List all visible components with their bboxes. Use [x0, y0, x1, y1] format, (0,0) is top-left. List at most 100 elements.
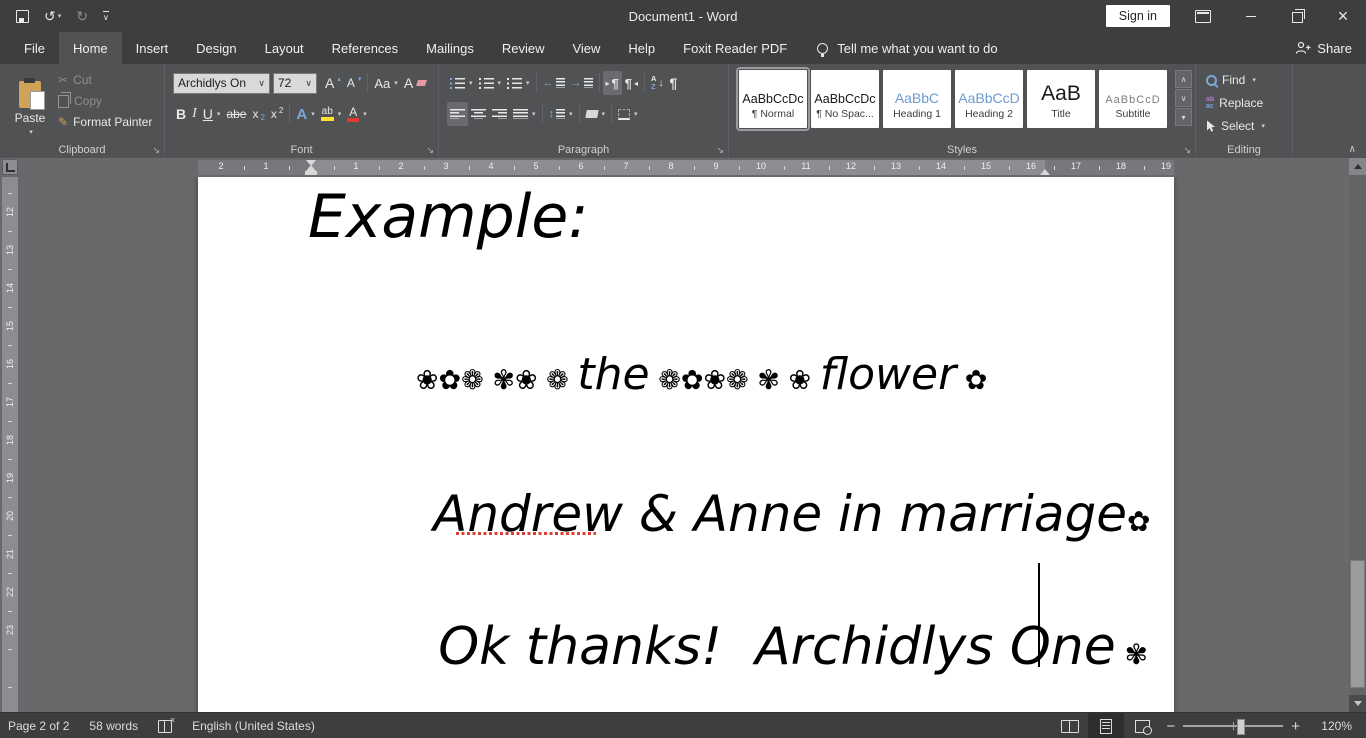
- find-button[interactable]: Find: [1206, 73, 1256, 87]
- minimize-button[interactable]: [1228, 0, 1274, 32]
- text-effects-button[interactable]: A: [293, 102, 317, 126]
- font-color-button[interactable]: A: [344, 102, 370, 126]
- replace-button[interactable]: abac Replace: [1206, 96, 1263, 110]
- page-indicator[interactable]: Page 2 of 2: [8, 719, 69, 733]
- strikethrough-button[interactable]: abe: [223, 102, 249, 126]
- zoom-out-button[interactable]: −: [1166, 718, 1175, 735]
- ribbon-display-options-button[interactable]: [1186, 0, 1220, 32]
- scrollbar-thumb[interactable]: [1350, 560, 1365, 688]
- multilevel-list-button[interactable]: [504, 71, 533, 95]
- tab-review[interactable]: Review: [488, 32, 559, 64]
- clipboard-dialog-launcher[interactable]: ↘: [152, 146, 160, 155]
- h-ruler-active-area: [311, 160, 1045, 175]
- italic-button[interactable]: I: [189, 102, 200, 126]
- web-layout-button[interactable]: [1124, 713, 1160, 738]
- text-highlight-button[interactable]: ab: [318, 102, 345, 126]
- zoom-in-button[interactable]: +: [1291, 718, 1300, 735]
- justify-button[interactable]: [510, 102, 539, 126]
- decrease-indent-button[interactable]: ←: [540, 71, 568, 95]
- zoom-slider[interactable]: [1183, 725, 1283, 727]
- vertical-scrollbar[interactable]: [1349, 158, 1366, 712]
- h-ruler[interactable]: 2112345678910111213141516171819: [198, 160, 1174, 175]
- left-indent-marker[interactable]: [305, 171, 317, 175]
- underline-button[interactable]: U: [200, 102, 224, 126]
- bullets-button[interactable]: [447, 71, 476, 95]
- borders-button[interactable]: [615, 102, 641, 126]
- numbering-button[interactable]: [476, 71, 505, 95]
- font-name-dropdown-icon[interactable]: ∨: [258, 78, 265, 89]
- increase-indent-button[interactable]: →: [568, 71, 596, 95]
- language-indicator[interactable]: English (United States): [192, 719, 315, 733]
- tab-foxit-reader-pdf[interactable]: Foxit Reader PDF: [669, 32, 801, 64]
- styles-scroll-down-button[interactable]: ∨: [1175, 89, 1192, 107]
- collapse-ribbon-button[interactable]: ∧: [1349, 144, 1356, 155]
- zoom-slider-handle[interactable]: [1237, 719, 1245, 735]
- left-to-right-text-button[interactable]: ▸¶: [603, 71, 622, 95]
- restore-button[interactable]: [1274, 0, 1320, 32]
- font-dialog-launcher[interactable]: ↘: [426, 146, 434, 155]
- font-size-dropdown-icon[interactable]: ∨: [305, 78, 312, 89]
- align-left-icon: [450, 109, 465, 119]
- style-heading-2[interactable]: AaBbCcDHeading 2: [955, 70, 1023, 128]
- styles-gallery-more-button[interactable]: ▾: [1175, 108, 1192, 126]
- paragraph-dialog-launcher[interactable]: ↘: [716, 146, 724, 155]
- sort-button[interactable]: AZ ↓: [648, 71, 666, 95]
- sign-in-button[interactable]: Sign in: [1106, 5, 1170, 27]
- styles-dialog-launcher[interactable]: ↘: [1183, 146, 1191, 155]
- subscript-button[interactable]: x2: [249, 102, 267, 126]
- tab-references[interactable]: References: [318, 32, 412, 64]
- font-size-combobox[interactable]: 72∨: [273, 73, 317, 94]
- ruler-number: 1: [263, 161, 268, 171]
- superscript-button[interactable]: x2: [268, 102, 286, 126]
- tab-view[interactable]: View: [558, 32, 614, 64]
- customize-quick-access-button[interactable]: ∨: [103, 11, 109, 22]
- style-no-spacing[interactable]: AaBbCcDc¶ No Spac...: [811, 70, 879, 128]
- styles-scroll-up-button[interactable]: ∧: [1175, 70, 1192, 88]
- change-case-button[interactable]: Aa: [371, 71, 400, 95]
- tab-file[interactable]: File: [10, 32, 59, 64]
- save-button[interactable]: [16, 10, 29, 23]
- align-right-button[interactable]: [489, 102, 510, 126]
- flower-glyph: ✿: [1127, 505, 1150, 538]
- tell-me-box[interactable]: Tell me what you want to do: [817, 32, 997, 64]
- format-painter-button[interactable]: ✎Format Painter: [58, 115, 152, 129]
- select-button[interactable]: Select: [1206, 119, 1265, 133]
- share-button[interactable]: Share: [1295, 32, 1352, 64]
- tab-mailings[interactable]: Mailings: [412, 32, 488, 64]
- document-page[interactable]: Example: ❀✿❁ ✾❀ ❁ the ❁✿❀❁ ✾ ❀ flower ✿ …: [198, 177, 1174, 712]
- tab-design[interactable]: Design: [182, 32, 250, 64]
- show-hide-formatting-button[interactable]: ¶: [666, 71, 680, 95]
- tab-home[interactable]: Home: [59, 32, 122, 64]
- paste-button[interactable]: Paste: [7, 69, 53, 147]
- style-normal[interactable]: AaBbCcDc¶ Normal: [739, 70, 807, 128]
- read-mode-button[interactable]: [1052, 713, 1088, 738]
- grow-font-button[interactable]: A▴: [322, 71, 344, 95]
- shrink-font-button[interactable]: A▾: [344, 71, 365, 95]
- line-spacing-button[interactable]: ↕: [546, 102, 576, 126]
- scroll-up-button[interactable]: [1349, 158, 1366, 175]
- clear-formatting-button[interactable]: A: [401, 71, 429, 95]
- word-count[interactable]: 58 words: [89, 719, 138, 733]
- tab-layout[interactable]: Layout: [251, 32, 318, 64]
- style-heading-1[interactable]: AaBbCHeading 1: [883, 70, 951, 128]
- undo-dropdown-icon[interactable]: ▾: [58, 12, 62, 20]
- align-left-button[interactable]: [447, 102, 468, 126]
- bold-button[interactable]: B: [173, 102, 189, 126]
- style-title[interactable]: AaBTitle: [1027, 70, 1095, 128]
- undo-button[interactable]: ↺▾: [44, 8, 61, 25]
- shading-button[interactable]: [583, 102, 609, 126]
- right-to-left-text-button[interactable]: ¶◂: [622, 71, 641, 95]
- v-ruler[interactable]: 121314151617181920212223: [2, 177, 18, 712]
- tab-stop-selector[interactable]: [2, 159, 18, 175]
- font-name-combobox[interactable]: Archidlys On∨: [173, 73, 270, 94]
- proofing-errors-icon[interactable]: [158, 720, 172, 733]
- style-subtitle[interactable]: AaBbCcDSubtitle: [1099, 70, 1167, 128]
- scroll-down-button[interactable]: [1349, 695, 1366, 712]
- zoom-level[interactable]: 120%: [1306, 719, 1366, 733]
- tab-help[interactable]: Help: [614, 32, 669, 64]
- align-center-button[interactable]: [468, 102, 489, 126]
- right-indent-marker[interactable]: [1040, 169, 1050, 175]
- close-button[interactable]: ×: [1320, 0, 1366, 32]
- tab-insert[interactable]: Insert: [122, 32, 183, 64]
- print-layout-button[interactable]: [1088, 713, 1124, 738]
